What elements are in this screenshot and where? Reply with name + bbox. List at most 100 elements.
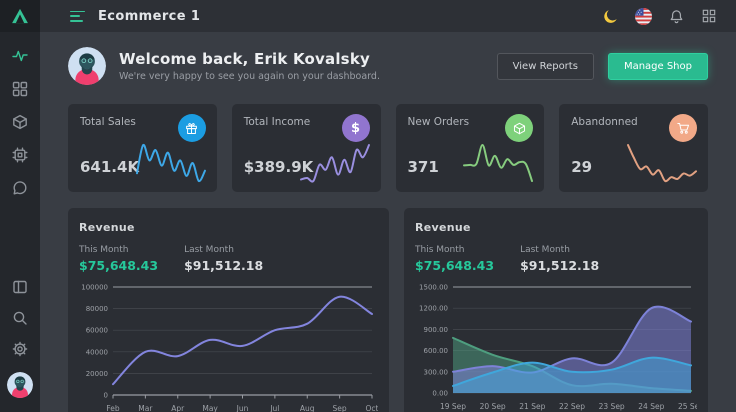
last-month-value: $91,512.18 [184,258,263,273]
topbar: Ecommerce 1 [40,0,736,32]
package-box-icon [12,114,28,130]
dashboard-grid-icon [12,81,28,97]
language-selector[interactable] [634,7,652,25]
welcome-actions: View Reports Manage Shop [497,53,708,80]
svg-text:Feb: Feb [106,404,120,412]
revenue-panel-monthly: Revenue This Month $75,648.43 Last Month… [68,208,389,412]
topbar-actions [601,7,718,25]
box-icon [505,114,533,142]
svg-text:Apr: Apr [171,404,185,412]
svg-text:Mar: Mar [138,404,153,412]
gear-icon [12,341,28,357]
this-month-label: This Month [79,245,158,255]
avatar-image [68,47,106,85]
view-reports-button[interactable]: View Reports [497,53,594,80]
svg-text:1200.00: 1200.00 [419,305,448,313]
sidebar-item-layout[interactable] [12,279,28,295]
dollar-icon: $ [342,114,370,142]
svg-text:Oct: Oct [366,404,378,412]
svg-text:600.00: 600.00 [424,347,449,355]
revenue-summary: This Month $75,648.43 Last Month $91,512… [79,245,378,273]
cpu-icon [12,147,28,163]
app-root: Ecommerce 1 [0,0,736,412]
svg-text:25 Sep: 25 Sep [678,402,697,411]
stat-card-total-sales: Total Sales 641.4K [68,104,217,192]
sidebar-item-dashboard[interactable] [12,81,28,97]
last-month-label: Last Month [184,245,263,255]
welcome-subtitle: We're very happy to see you again on you… [119,71,380,82]
layout-panel-icon [12,279,28,295]
stat-value: 641.4K [80,158,139,176]
stat-value: 371 [408,158,439,176]
panel-title: Revenue [415,221,697,234]
gift-icon [178,114,206,142]
search-icon [12,310,28,326]
sidebar-nav-top [12,48,28,196]
this-month-value: $75,648.43 [79,258,158,273]
svg-text:Aug: Aug [300,404,315,412]
revenue-panel-daily: Revenue This Month $75,648.43 Last Month… [404,208,708,412]
app-logo[interactable] [0,0,40,32]
sidebar-nav-bottom [7,279,33,404]
sidebar-item-integrations[interactable] [12,147,28,163]
revenue-panels-row: Revenue This Month $75,648.43 Last Month… [68,208,708,412]
user-avatar [68,47,106,85]
svg-text:20000: 20000 [86,370,108,378]
chat-bubble-icon [12,180,28,196]
svg-text:900.00: 900.00 [424,326,449,334]
sparkline-abandonned [624,141,700,185]
svg-text:May: May [202,404,218,412]
sidebar-item-chat[interactable] [12,180,28,196]
welcome-title: Welcome back, Erik Kovalsky [119,50,380,68]
manage-shop-button[interactable]: Manage Shop [608,53,708,80]
stat-cards-row: Total Sales 641.4K Total Income $ [68,104,708,192]
svg-text:20 Sep: 20 Sep [480,402,506,411]
svg-text:Sep: Sep [333,404,347,412]
sidebar-item-activity[interactable] [12,48,28,64]
svg-text:60000: 60000 [86,327,108,335]
svg-text:40000: 40000 [86,348,108,356]
svg-text:0: 0 [104,392,108,400]
svg-text:Jun: Jun [236,404,249,412]
menu-toggle-button[interactable] [70,11,86,22]
sidebar-item-search[interactable] [12,310,28,326]
revenue-area-chart: 0.00300.00600.00900.001200.001500.0019 S… [415,279,697,412]
moon-icon [603,9,618,24]
apps-grid-icon [702,9,716,23]
svg-text:22 Sep: 22 Sep [559,402,585,411]
welcome-text: Welcome back, Erik Kovalsky We're very h… [119,50,380,82]
sidebar-item-products[interactable] [12,114,28,130]
sidebar-user-avatar[interactable] [7,372,33,398]
sparkline-new-orders [460,141,536,185]
stat-card-abandonned: Abandonned 29 [559,104,708,192]
apps-menu-button[interactable] [700,7,718,25]
bell-icon [669,9,684,24]
sidebar-item-settings[interactable] [12,341,28,357]
triangle-logo-icon [10,6,30,26]
sparkline-total-sales [133,141,209,185]
page-title: Ecommerce 1 [98,9,200,24]
svg-text:1500.00: 1500.00 [419,284,448,292]
revenue-line-chart: 0 20000 40000 60000 80000 100000 Feb Mar Apr May J… [79,279,378,412]
activity-icon [12,48,28,64]
notifications-button[interactable] [667,7,685,25]
sparkline-total-income [297,141,373,185]
svg-text:21 Sep: 21 Sep [519,402,545,411]
svg-text:0.00: 0.00 [432,390,448,398]
stat-value: 29 [571,158,592,176]
panel-title: Revenue [79,221,378,234]
svg-text:300.00: 300.00 [424,368,449,376]
dark-mode-toggle[interactable] [601,7,619,25]
svg-text:100000: 100000 [81,284,108,292]
cart-icon [669,114,697,142]
stat-card-total-income: Total Income $ $389.9K [232,104,381,192]
svg-text:Jul: Jul [269,404,279,412]
avatar-image [7,372,33,398]
revenue-summary: This Month $75,648.43 Last Month $91,512… [415,245,697,273]
last-month-label: Last Month [520,245,599,255]
welcome-banner: Welcome back, Erik Kovalsky We're very h… [68,44,708,88]
svg-text:80000: 80000 [86,305,108,313]
us-flag-icon [635,8,652,25]
stat-card-new-orders: New Orders 371 [396,104,545,192]
svg-text:23 Sep: 23 Sep [599,402,625,411]
